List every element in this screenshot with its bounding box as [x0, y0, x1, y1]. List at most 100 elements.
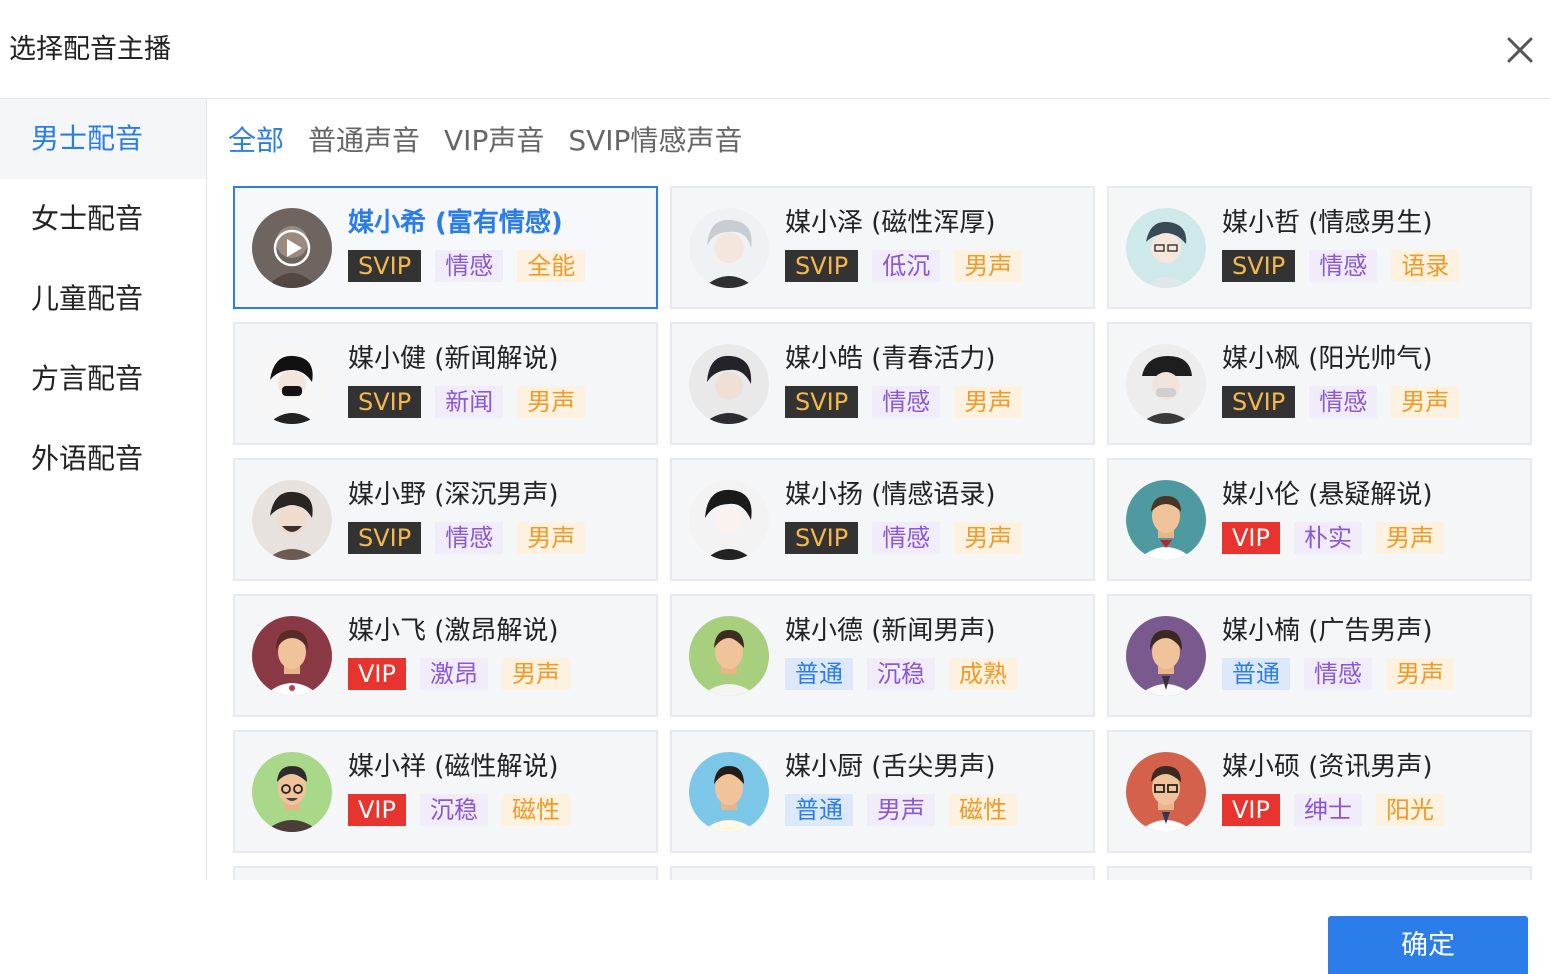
voice-tags: 普通 男声 磁性 [785, 794, 1017, 826]
avatar [252, 616, 332, 696]
tag-svip: SVIP [785, 386, 859, 418]
voice-tags: 普通 沉稳 成熟 [785, 658, 1017, 690]
tag-orange: 男声 [1391, 386, 1460, 418]
tag-purple: 绅士 [1293, 794, 1362, 826]
tag-svip: SVIP [1222, 250, 1296, 282]
voice-card-partial[interactable] [670, 866, 1095, 880]
voice-tags: 普通 情感 男声 [1222, 658, 1454, 690]
confirm-button[interactable]: 确定 [1328, 916, 1528, 974]
voice-name: 媒小健 (新闻解说) [348, 344, 559, 374]
voice-tags: SVIP 低沉 男声 [785, 250, 1023, 282]
tag-vip: VIP [348, 658, 406, 690]
tag-orange: 男声 [954, 386, 1023, 418]
voice-card[interactable]: 媒小健 (新闻解说) SVIP 新闻 男声 [233, 322, 658, 445]
tag-vip: VIP [348, 794, 406, 826]
voice-name: 媒小野 (深沉男声) [348, 480, 559, 510]
voice-tags: SVIP 情感 男声 [785, 522, 1023, 554]
voice-card[interactable]: 媒小祥 (磁性解说) VIP 沉稳 磁性 [233, 730, 658, 853]
voice-card[interactable]: 媒小伦 (悬疑解说) VIP 朴实 男声 [1107, 458, 1532, 581]
play-icon[interactable] [252, 208, 332, 288]
avatar [252, 752, 332, 832]
tab-normal[interactable]: 普通声音 [308, 118, 420, 164]
tab-vip[interactable]: VIP声音 [444, 118, 544, 164]
voice-card[interactable]: 媒小枫 (阳光帅气) SVIP 情感 男声 [1107, 322, 1532, 445]
tag-orange: 磁性 [501, 794, 570, 826]
avatar [689, 344, 769, 424]
tab-all[interactable]: 全部 [228, 118, 284, 164]
voice-card[interactable]: 媒小哲 (情感男生) SVIP 情感 语录 [1107, 186, 1532, 309]
tag-orange: 男声 [517, 386, 586, 418]
avatar [689, 208, 769, 288]
tag-purple: 情感 [1309, 250, 1378, 282]
voice-tags: VIP 绅士 阳光 [1222, 794, 1444, 826]
avatar [252, 344, 332, 424]
sidebar-item-dialect[interactable]: 方言配音 [0, 339, 206, 419]
tab-svip[interactable]: SVIP情感声音 [568, 118, 742, 164]
voice-grid-scroll[interactable]: 媒小希 (富有情感) SVIP 情感 全能 媒小泽 (磁性浑厚) SVIP 低沉 男声 媒小哲 … [233, 186, 1533, 880]
tag-purple: 情感 [1309, 386, 1378, 418]
voice-name: 媒小飞 (激昂解说) [348, 616, 559, 646]
tag-orange: 语录 [1391, 250, 1460, 282]
sidebar-item-foreign[interactable]: 外语配音 [0, 419, 206, 499]
voice-grid: 媒小希 (富有情感) SVIP 情感 全能 媒小泽 (磁性浑厚) SVIP 低沉 男声 媒小哲 … [233, 186, 1533, 880]
tag-purple: 沉稳 [419, 794, 488, 826]
tag-vip: VIP [1222, 794, 1280, 826]
voice-card[interactable]: 媒小硕 (资讯男声) VIP 绅士 阳光 [1107, 730, 1532, 853]
close-icon[interactable] [1500, 30, 1540, 70]
tag-purple: 情感 [872, 386, 941, 418]
tag-vip: VIP [1222, 522, 1280, 554]
avatar [1126, 616, 1206, 696]
voice-card[interactable]: 媒小野 (深沉男声) SVIP 情感 男声 [233, 458, 658, 581]
dialog-title: 选择配音主播 [9, 34, 171, 65]
voice-name: 媒小希 (富有情感) [348, 208, 563, 238]
voice-name: 媒小德 (新闻男声) [785, 616, 996, 646]
tag-orange: 阳光 [1375, 794, 1444, 826]
tag-svip: SVIP [785, 250, 859, 282]
voice-card-partial[interactable] [233, 866, 658, 880]
tag-normal: 普通 [1222, 658, 1290, 690]
voice-card-partial[interactable] [1107, 866, 1532, 880]
tag-orange: 男声 [501, 658, 570, 690]
avatar [1126, 480, 1206, 560]
voice-tags: SVIP 情感 男声 [1222, 386, 1460, 418]
voice-card[interactable]: 媒小希 (富有情感) SVIP 情感 全能 [233, 186, 658, 309]
tag-purple: 沉稳 [867, 658, 935, 690]
tag-orange: 男声 [954, 522, 1023, 554]
tag-purple: 新闻 [435, 386, 504, 418]
voice-name: 媒小枫 (阳光帅气) [1222, 344, 1433, 374]
tag-svip: SVIP [348, 386, 422, 418]
tag-purple: 男声 [867, 794, 935, 826]
voice-card[interactable]: 媒小皓 (青春活力) SVIP 情感 男声 [670, 322, 1095, 445]
voice-card[interactable]: 媒小楠 (广告男声) 普通 情感 男声 [1107, 594, 1532, 717]
voice-tags: SVIP 情感 全能 [348, 250, 586, 282]
tag-orange: 磁性 [949, 794, 1017, 826]
avatar [1126, 752, 1206, 832]
avatar [1126, 344, 1206, 424]
tag-svip: SVIP [348, 250, 422, 282]
tag-purple: 情感 [435, 522, 504, 554]
voice-card[interactable]: 媒小泽 (磁性浑厚) SVIP 低沉 男声 [670, 186, 1095, 309]
filter-tabs: 全部 普通声音 VIP声音 SVIP情感声音 [228, 118, 742, 164]
voice-name: 媒小厨 (舌尖男声) [785, 752, 996, 782]
voice-card[interactable]: 媒小飞 (激昂解说) VIP 激昂 男声 [233, 594, 658, 717]
tag-purple: 情感 [872, 522, 941, 554]
voice-tags: SVIP 新闻 男声 [348, 386, 586, 418]
tag-orange: 男声 [1375, 522, 1444, 554]
voice-card[interactable]: 媒小厨 (舌尖男声) 普通 男声 磁性 [670, 730, 1095, 853]
voice-card[interactable]: 媒小扬 (情感语录) SVIP 情感 男声 [670, 458, 1095, 581]
tag-purple: 激昂 [419, 658, 488, 690]
voice-name: 媒小硕 (资讯男声) [1222, 752, 1433, 782]
voice-tags: VIP 朴实 男声 [1222, 522, 1444, 554]
sidebar-item-male[interactable]: 男士配音 [0, 99, 206, 179]
tag-orange: 全能 [517, 250, 586, 282]
voice-card[interactable]: 媒小德 (新闻男声) 普通 沉稳 成熟 [670, 594, 1095, 717]
voice-name: 媒小扬 (情感语录) [785, 480, 996, 510]
sidebar-item-female[interactable]: 女士配音 [0, 179, 206, 259]
tag-svip: SVIP [1222, 386, 1296, 418]
tag-purple: 情感 [435, 250, 504, 282]
dialog-header: 选择配音主播 [0, 0, 1550, 99]
sidebar-item-children[interactable]: 儿童配音 [0, 259, 206, 339]
avatar [689, 752, 769, 832]
avatar [1126, 208, 1206, 288]
tag-orange: 成熟 [949, 658, 1017, 690]
